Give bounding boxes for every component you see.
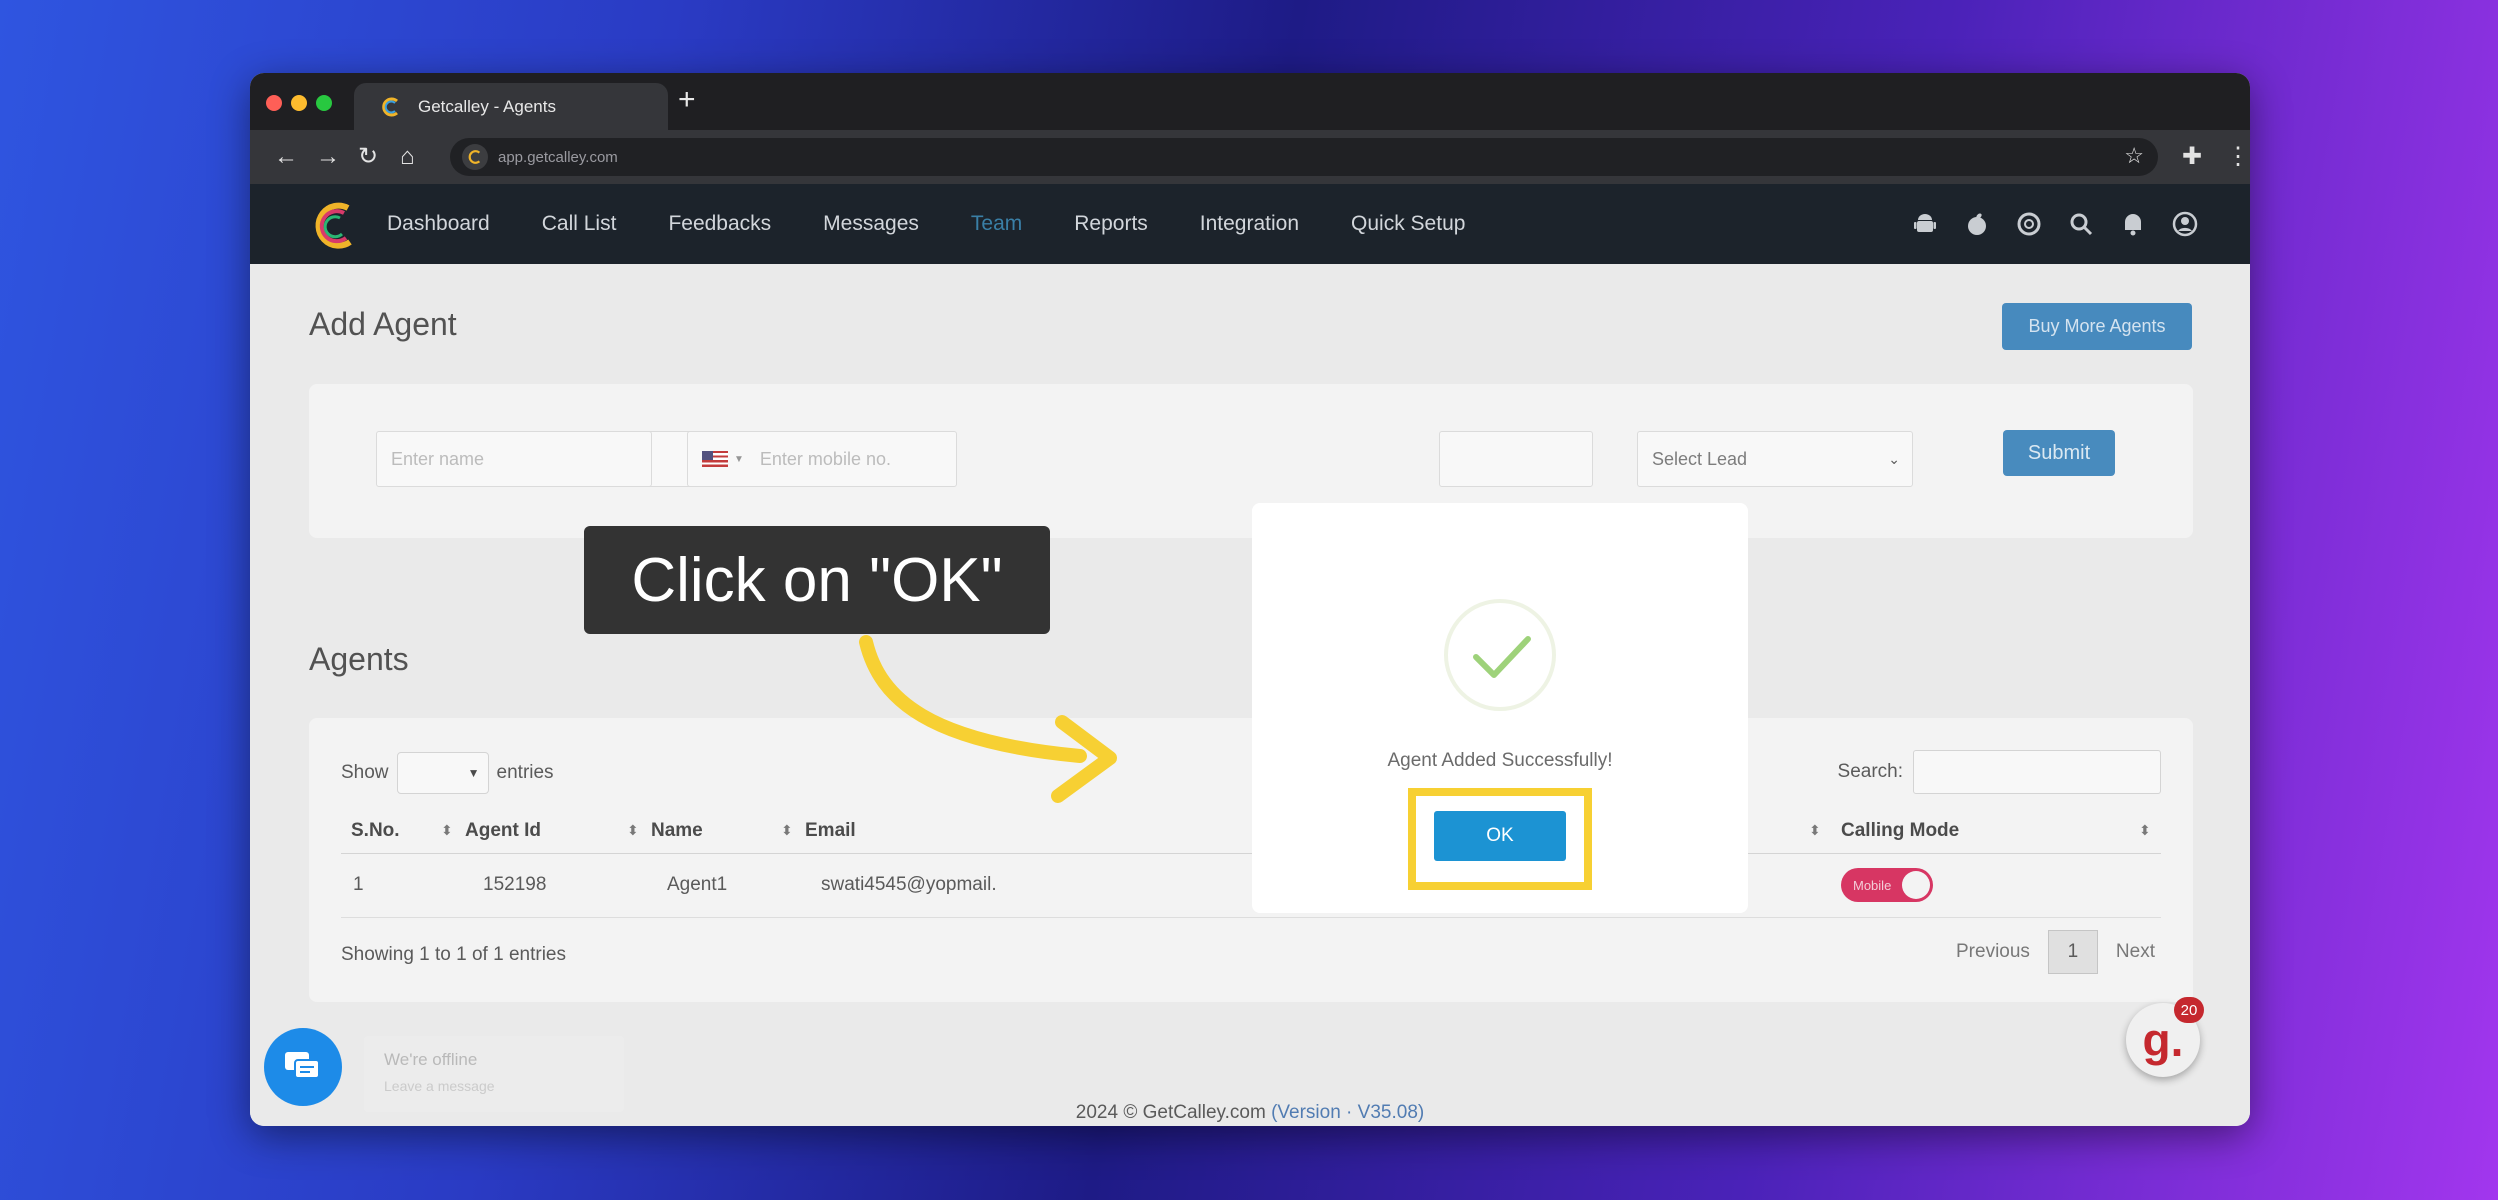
callout-arrow-icon xyxy=(859,635,1117,803)
